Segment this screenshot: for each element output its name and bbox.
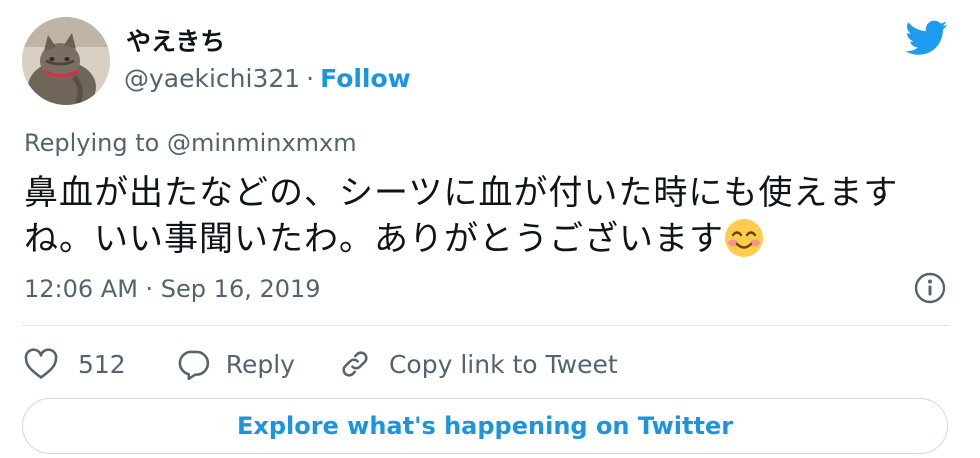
- reply-label: Reply: [225, 349, 295, 379]
- cat-avatar-image: [22, 17, 110, 105]
- explore-twitter-button[interactable]: Explore what's happening on Twitter: [22, 398, 948, 454]
- twitter-bird-icon[interactable]: [906, 20, 948, 56]
- handle-row: @yaekichi321 · Follow: [124, 63, 411, 95]
- avatar[interactable]: [22, 17, 110, 105]
- copy-link-label: Copy link to Tweet: [388, 349, 618, 379]
- action-bar: 512 Reply Copy link to Tweet: [24, 344, 618, 384]
- tweet-embed-card: やえきち @yaekichi321 · Follow Replying to @mi…: [0, 0, 980, 458]
- replying-to-line: Replying to @minminxmxm: [24, 128, 357, 158]
- user-handle[interactable]: @yaekichi321: [124, 64, 300, 93]
- reply-bubble-icon: [178, 350, 209, 380]
- like-button[interactable]: 512: [24, 348, 126, 380]
- tweet-timestamp[interactable]: 12:06 AM · Sep 16, 2019: [24, 274, 321, 304]
- separator-dot: ·: [306, 64, 315, 93]
- follow-button[interactable]: Follow: [320, 64, 411, 93]
- link-icon: [342, 351, 368, 377]
- divider: [22, 325, 950, 326]
- copy-link-button[interactable]: Copy link to Tweet: [339, 348, 618, 380]
- smiling-face-emoji-icon: [725, 219, 763, 257]
- info-icon[interactable]: [914, 272, 946, 304]
- like-count: 512: [78, 349, 126, 379]
- heart-icon: [24, 348, 58, 379]
- tweet-text: 鼻血が出たなどの、シーツに血が付いた時にも使えますね。いい事聞いたわ。ありがとう…: [24, 173, 899, 259]
- replying-to-mention[interactable]: @minminxmxm: [167, 129, 357, 157]
- display-name[interactable]: やえきち: [126, 26, 225, 58]
- tweet-text-block: 鼻血が出たなどの、シーツに血が付いた時にも使えますね。いい事聞いたわ。ありがとう…: [24, 170, 954, 262]
- reply-button[interactable]: Reply: [176, 348, 295, 380]
- replying-prefix: Replying to: [24, 129, 160, 157]
